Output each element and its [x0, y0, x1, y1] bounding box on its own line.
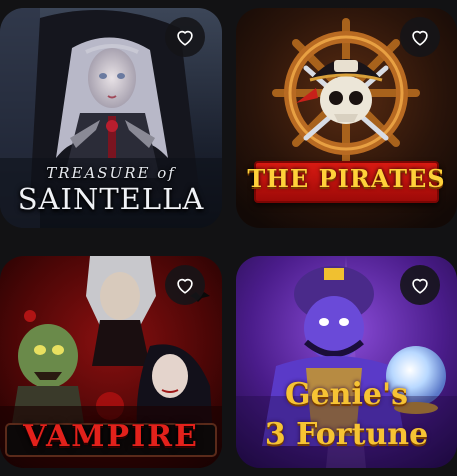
heart-outline-icon	[412, 278, 428, 294]
favorite-button[interactable]	[165, 265, 205, 305]
game-tile-vampire[interactable]: VAMPIRE	[0, 256, 222, 468]
game-title-line2: SAINTELLA	[17, 182, 205, 216]
heart-outline-icon	[412, 30, 428, 46]
game-tile-treasure-of-saintella[interactable]: TREASURE of SAINTELLA	[0, 8, 222, 228]
game-title-line1: Genie's	[284, 377, 409, 412]
game-title-line1: TREASURE of	[46, 164, 176, 182]
game-title-line2: 3 Fortune	[264, 417, 429, 452]
game-title: VAMPIRE	[23, 419, 199, 454]
favorite-button[interactable]	[400, 265, 440, 305]
game-tile-genies-3-fortune[interactable]: Genie's 3 Fortune	[236, 256, 457, 468]
game-grid: TREASURE of SAINTELLA THE PIRATES VAMPIR…	[0, 0, 457, 476]
heart-outline-icon	[177, 30, 193, 46]
game-tile-the-pirates[interactable]: THE PIRATES	[236, 8, 457, 228]
favorite-button[interactable]	[400, 17, 440, 57]
game-title: THE PIRATES	[247, 164, 446, 193]
favorite-button[interactable]	[165, 17, 205, 57]
heart-outline-icon	[177, 278, 193, 294]
